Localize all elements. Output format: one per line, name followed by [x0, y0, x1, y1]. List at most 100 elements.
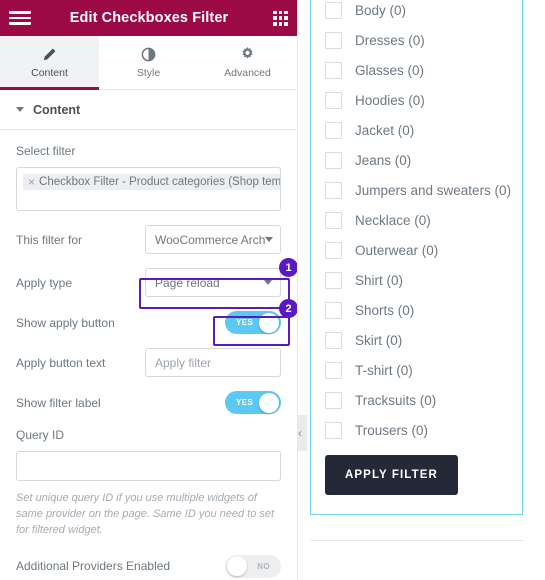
select-filter-field: Select filter × Checkbox Filter - Produc… — [16, 144, 281, 211]
checkbox-row[interactable]: Outerwear (0) — [325, 235, 522, 265]
checkbox-row[interactable]: Skirt (0) — [325, 325, 522, 355]
checkbox-label: Glasses (0) — [355, 62, 425, 78]
additional-providers-field: Additional Providers Enabled NO — [16, 554, 281, 578]
checkbox-label: Dresses (0) — [355, 32, 425, 48]
toggle-knob — [227, 556, 247, 577]
checkbox-input[interactable] — [325, 151, 342, 169]
checkbox-row[interactable]: Jumpers and sweaters (0) — [325, 175, 522, 205]
tab-advanced-label: Advanced — [224, 66, 271, 79]
elementor-panel: Edit Checkboxes Filter Content Style Adv… — [0, 0, 298, 580]
panel-tabs: Content Style Advanced — [0, 36, 297, 90]
collapse-panel-handle[interactable]: ‹ — [298, 415, 307, 451]
checkbox-label: Shorts (0) — [355, 302, 415, 318]
tab-content-label: Content — [31, 66, 68, 79]
widget-preview: Body (0) Dresses (0) Glasses (0) Hoodies (0… — [298, 0, 545, 580]
checkbox-label: Outerwear (0) — [355, 242, 439, 258]
select-filter-label: Select filter — [16, 144, 76, 158]
tab-style[interactable]: Style — [99, 36, 198, 89]
apply-type-field: Apply type Page reload — [16, 268, 281, 297]
apply-button-text-label: Apply button text — [16, 355, 106, 370]
checkbox-input[interactable] — [325, 271, 342, 289]
checkbox-row[interactable]: Glasses (0) — [325, 55, 522, 85]
apply-button-text-input[interactable]: Apply filter — [145, 348, 281, 377]
checkbox-row[interactable]: Trousers (0) — [325, 415, 522, 445]
query-id-help-text: Set unique query ID if you use multiple … — [16, 492, 275, 536]
checkbox-input[interactable] — [325, 241, 342, 259]
checkbox-label: Jeans (0) — [355, 152, 412, 168]
pencil-icon — [42, 47, 57, 62]
checkbox-row[interactable]: Necklace (0) — [325, 205, 522, 235]
checkbox-input[interactable] — [325, 181, 342, 199]
chevron-down-icon — [16, 107, 24, 112]
show-filter-label-toggle[interactable]: YES — [225, 391, 281, 414]
checkbox-row[interactable]: Hoodies (0) — [325, 85, 522, 115]
show-filter-label-label: Show filter label — [16, 395, 101, 410]
toggle-state-label: YES — [236, 318, 254, 327]
query-id-label: Query ID — [16, 428, 65, 442]
toggle-knob — [259, 312, 279, 333]
checkbox-input[interactable] — [325, 421, 342, 439]
filter-chip[interactable]: × Checkbox Filter - Product categories (… — [23, 174, 281, 190]
checkbox-label: Jacket (0) — [355, 122, 415, 138]
apply-type-value: Page reload — [155, 275, 220, 290]
checkbox-input[interactable] — [325, 361, 342, 379]
contrast-circle-icon — [141, 47, 156, 62]
checkbox-label: Trousers (0) — [355, 422, 429, 438]
checkbox-input[interactable] — [325, 91, 342, 109]
chip-remove-icon[interactable]: × — [28, 176, 35, 188]
grid-icon[interactable] — [273, 10, 288, 26]
checkbox-input[interactable] — [325, 391, 342, 409]
apply-type-label: Apply type — [16, 275, 73, 290]
chevron-down-icon — [265, 237, 274, 242]
apply-filter-button[interactable]: APPLY FILTER — [325, 455, 458, 495]
panel-body: Select filter × Checkbox Filter - Produc… — [0, 130, 297, 578]
section-title: Content — [33, 102, 81, 117]
section-header-content[interactable]: Content — [0, 90, 297, 130]
show-apply-button-label: Show apply button — [16, 315, 115, 330]
apply-button-text-field: Apply button text Apply filter — [16, 348, 281, 377]
checkbox-row[interactable]: T-shirt (0) — [325, 355, 522, 385]
checkbox-row[interactable]: Tracksuits (0) — [325, 385, 522, 415]
checkbox-input[interactable] — [325, 211, 342, 229]
tab-content[interactable]: Content — [0, 36, 99, 90]
tab-style-label: Style — [136, 66, 161, 79]
show-apply-button-toggle[interactable]: YES — [225, 311, 281, 334]
checkbox-input[interactable] — [325, 121, 342, 139]
query-id-field: Query ID — [16, 428, 281, 481]
additional-providers-toggle[interactable]: NO — [225, 554, 281, 578]
chip-label: Checkbox Filter - Product categories (Sh… — [39, 176, 281, 188]
checkbox-row[interactable]: Shorts (0) — [325, 295, 522, 325]
this-filter-for-label: This filter for — [16, 232, 83, 247]
editor-screen: Edit Checkboxes Filter Content Style Adv… — [0, 0, 545, 580]
this-filter-for-field: This filter for WooCommerce Arch — [16, 225, 281, 254]
checkbox-row[interactable]: Body (0) — [325, 0, 522, 25]
widget-selection-outline[interactable]: Body (0) Dresses (0) Glasses (0) Hoodies (0… — [310, 0, 523, 515]
panel-header: Edit Checkboxes Filter — [0, 0, 297, 36]
toggle-state-label: YES — [236, 398, 254, 407]
checkbox-row[interactable]: Dresses (0) — [325, 25, 522, 55]
checkbox-input[interactable] — [325, 331, 342, 349]
checkbox-label: Shirt (0) — [355, 272, 404, 288]
checkbox-row[interactable]: Shirt (0) — [325, 265, 522, 295]
toggle-state-label: NO — [257, 561, 270, 571]
checkbox-label: Body (0) — [355, 2, 407, 18]
annotation-badge-1: 1 — [279, 258, 297, 277]
checkbox-input[interactable] — [325, 1, 342, 19]
query-id-input[interactable] — [16, 451, 281, 481]
checkbox-row[interactable]: Jacket (0) — [325, 115, 522, 145]
checkbox-row[interactable]: Jeans (0) — [325, 145, 522, 175]
checkbox-label: Tracksuits (0) — [355, 392, 437, 408]
content-divider — [310, 540, 523, 541]
checkbox-input[interactable] — [325, 61, 342, 79]
apply-type-select[interactable]: Page reload — [145, 268, 281, 297]
additional-providers-label: Additional Providers Enabled — [16, 559, 171, 574]
apply-button-text-value: Apply filter — [155, 355, 212, 370]
checkbox-label: Hoodies (0) — [355, 92, 425, 108]
this-filter-for-select[interactable]: WooCommerce Arch — [145, 225, 281, 254]
chevron-down-icon — [264, 280, 272, 285]
checkbox-input[interactable] — [325, 31, 342, 49]
checkbox-input[interactable] — [325, 301, 342, 319]
tab-advanced[interactable]: Advanced — [198, 36, 297, 89]
checkbox-label: Skirt (0) — [355, 332, 403, 348]
select-filter-input[interactable]: × Checkbox Filter - Product categories (… — [16, 167, 281, 211]
